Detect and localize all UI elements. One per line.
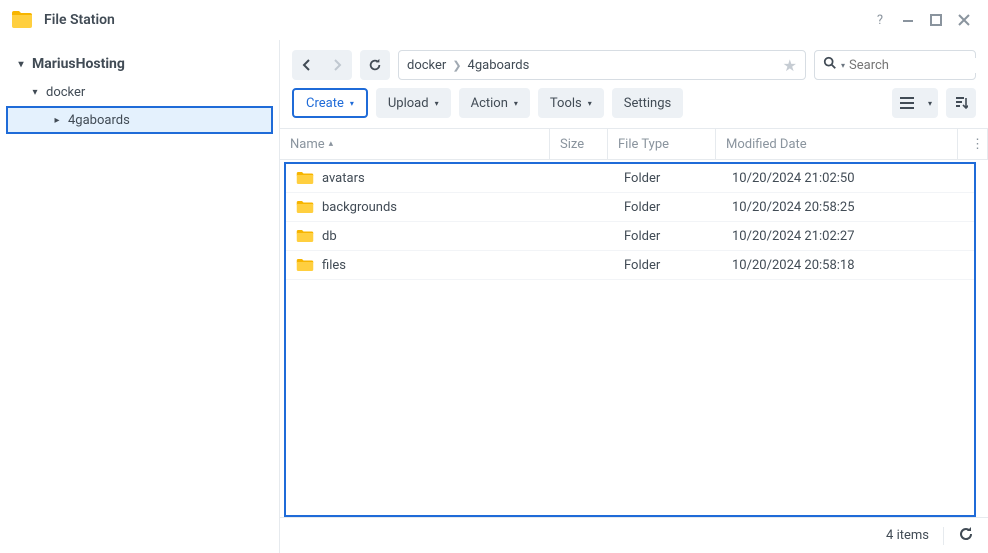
- column-more-button[interactable]: ⋮: [958, 129, 988, 159]
- chevron-down-icon: ▾: [928, 99, 932, 108]
- tree-root[interactable]: ▾ MariusHosting: [0, 50, 279, 78]
- tree-root-label: MariusHosting: [32, 56, 125, 72]
- chevron-down-icon: ▾: [435, 99, 439, 108]
- folder-icon: [296, 258, 314, 272]
- column-header-modified[interactable]: Modified Date: [716, 129, 958, 159]
- reload-button[interactable]: [360, 50, 390, 80]
- chevron-down-icon[interactable]: ▾: [14, 59, 28, 70]
- table-row[interactable]: backgrounds Folder 10/20/2024 20:58:25: [286, 193, 974, 222]
- toolbar: Create ▾ Upload ▾ Action ▾ Tools ▾ Setti…: [280, 88, 988, 128]
- file-type: Folder: [614, 171, 722, 186]
- help-button[interactable]: ?: [866, 6, 894, 34]
- close-button[interactable]: [950, 6, 978, 34]
- titlebar: File Station ?: [0, 0, 988, 40]
- file-modified: 10/20/2024 21:02:50: [722, 171, 974, 186]
- folder-icon: [296, 171, 314, 185]
- file-grid: avatars Folder 10/20/2024 21:02:50 backg…: [284, 162, 976, 517]
- folder-icon: [296, 229, 314, 243]
- tree-item-4gaboards[interactable]: ▸ 4gaboards: [6, 106, 273, 134]
- favorite-star-icon[interactable]: ★: [783, 56, 797, 75]
- chevron-down-icon[interactable]: ▾: [841, 61, 845, 70]
- chevron-right-icon[interactable]: ▸: [50, 115, 64, 126]
- file-type: Folder: [614, 258, 722, 273]
- table-row[interactable]: avatars Folder 10/20/2024 21:02:50: [286, 164, 974, 193]
- upload-label: Upload: [388, 96, 429, 111]
- view-mode-group: ▾: [892, 88, 938, 118]
- folder-icon: [296, 200, 314, 214]
- list-view-button[interactable]: [892, 88, 922, 118]
- file-name: avatars: [322, 171, 365, 186]
- reload-button[interactable]: [958, 526, 974, 546]
- search-input[interactable]: [849, 58, 988, 73]
- minimize-button[interactable]: [894, 6, 922, 34]
- item-count: 4 items: [886, 528, 929, 543]
- settings-label: Settings: [624, 96, 671, 111]
- app-folder-icon: [10, 8, 34, 32]
- nav-back-button[interactable]: [292, 50, 322, 80]
- sort-button[interactable]: [946, 88, 976, 118]
- sidebar: ▾ MariusHosting ▾ docker ▸ 4gaboards: [0, 40, 280, 553]
- file-name: db: [322, 229, 337, 244]
- tools-button[interactable]: Tools ▾: [538, 88, 604, 118]
- app-title: File Station: [44, 12, 115, 28]
- navbar: docker ❯ 4gaboards ★ ▾: [280, 40, 988, 88]
- action-label: Action: [471, 96, 508, 111]
- chevron-down-icon: ▾: [588, 99, 592, 108]
- file-modified: 10/20/2024 20:58:25: [722, 200, 974, 215]
- search-box[interactable]: ▾: [814, 50, 976, 80]
- file-name: backgrounds: [322, 200, 397, 215]
- sort-asc-icon: ▴: [329, 139, 334, 149]
- file-name: files: [322, 258, 346, 273]
- file-type: Folder: [614, 200, 722, 215]
- file-type: Folder: [614, 229, 722, 244]
- file-modified: 10/20/2024 21:02:27: [722, 229, 974, 244]
- chevron-right-icon: ❯: [452, 59, 461, 72]
- table-row[interactable]: files Folder 10/20/2024 20:58:18: [286, 251, 974, 280]
- nav-forward-button[interactable]: [322, 50, 352, 80]
- table-row[interactable]: db Folder 10/20/2024 21:02:27: [286, 222, 974, 251]
- breadcrumb-item[interactable]: docker: [407, 58, 446, 73]
- tree-item-label: 4gaboards: [68, 113, 130, 128]
- grid-header: Name ▴ Size File Type Modified Date ⋮: [280, 128, 988, 160]
- tree-item-label: docker: [46, 85, 85, 100]
- breadcrumb-item[interactable]: 4gaboards: [468, 58, 530, 73]
- file-modified: 10/20/2024 20:58:18: [722, 258, 974, 273]
- create-label: Create: [306, 96, 344, 111]
- divider: [943, 527, 944, 545]
- create-button[interactable]: Create ▾: [292, 88, 368, 118]
- action-button[interactable]: Action ▾: [459, 88, 530, 118]
- statusbar: 4 items: [280, 517, 988, 553]
- nav-back-forward: [292, 50, 352, 80]
- tree-item-docker[interactable]: ▾ docker: [0, 78, 279, 106]
- column-header-size[interactable]: Size: [550, 129, 608, 159]
- column-header-type[interactable]: File Type: [608, 129, 716, 159]
- search-icon: [823, 56, 837, 74]
- chevron-down-icon[interactable]: ▾: [28, 87, 42, 98]
- settings-button[interactable]: Settings: [612, 88, 683, 118]
- column-header-name[interactable]: Name ▴: [280, 129, 550, 159]
- tools-label: Tools: [550, 96, 582, 111]
- chevron-down-icon: ▾: [514, 99, 518, 108]
- view-dropdown-button[interactable]: ▾: [922, 88, 938, 118]
- chevron-down-icon: ▾: [350, 99, 354, 108]
- breadcrumb: docker ❯ 4gaboards ★: [398, 50, 806, 80]
- upload-button[interactable]: Upload ▾: [376, 88, 451, 118]
- maximize-button[interactable]: [922, 6, 950, 34]
